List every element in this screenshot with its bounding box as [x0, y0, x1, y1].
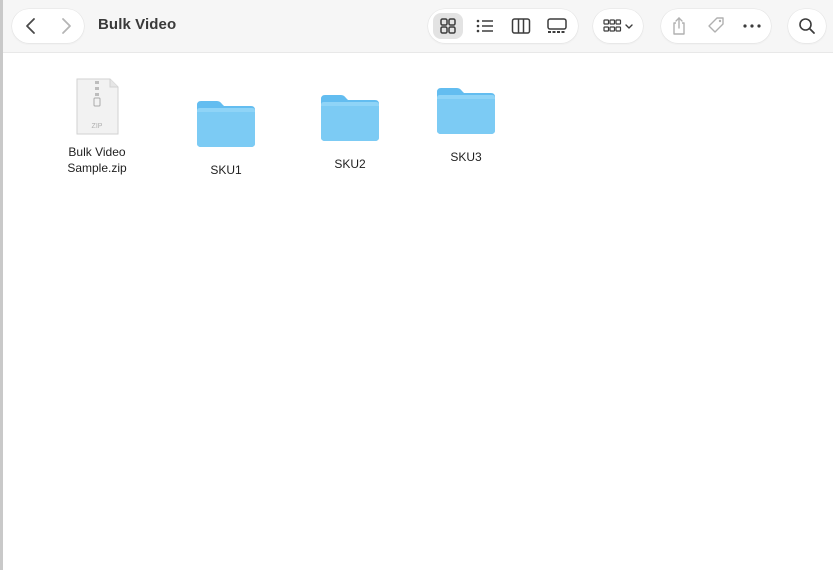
more-actions-button[interactable]: [735, 9, 769, 43]
folder-icon: [197, 101, 255, 147]
column-view-icon: [511, 18, 531, 34]
share-button[interactable]: [662, 9, 696, 43]
icon-view-icon: [440, 18, 456, 34]
search-icon: [799, 18, 815, 34]
folder-item-sku1[interactable]: SKU1: [171, 99, 281, 178]
ellipsis-icon: [743, 24, 761, 28]
folder-item-sku2[interactable]: SKU2: [295, 93, 405, 172]
forward-button[interactable]: [49, 9, 83, 43]
search-button[interactable]: [790, 9, 824, 43]
column-view-button[interactable]: [504, 9, 538, 43]
file-name: Bulk Video Sample.zip: [67, 145, 127, 175]
gallery-view-icon: [547, 18, 567, 33]
file-name: SKU1: [210, 163, 242, 177]
file-item-zip[interactable]: ZIP Bulk Video Sample.zip: [42, 78, 152, 176]
list-view-button[interactable]: [468, 9, 502, 43]
chevron-left-icon: [26, 18, 35, 34]
chevron-right-icon: [62, 18, 71, 34]
toolbar-divider: [3, 52, 833, 53]
folder-icon: [321, 95, 379, 141]
window-edge: [0, 0, 3, 570]
folder-icon: [437, 88, 495, 134]
back-button[interactable]: [14, 9, 48, 43]
window-title: Bulk Video: [98, 16, 177, 33]
group-by-button[interactable]: [598, 9, 640, 43]
file-name: SKU3: [450, 150, 482, 164]
file-name: SKU2: [334, 157, 366, 171]
icon-view-button[interactable]: [431, 9, 465, 43]
list-view-icon: [476, 19, 493, 33]
zip-file-icon: ZIP: [76, 78, 119, 135]
group-by-icon: [603, 19, 633, 32]
share-icon: [673, 17, 685, 35]
tag-icon: [708, 17, 724, 33]
folder-item-sku3[interactable]: SKU3: [411, 86, 521, 165]
zip-badge: ZIP: [92, 123, 103, 130]
tag-button[interactable]: [699, 9, 733, 43]
gallery-view-button[interactable]: [540, 9, 574, 43]
